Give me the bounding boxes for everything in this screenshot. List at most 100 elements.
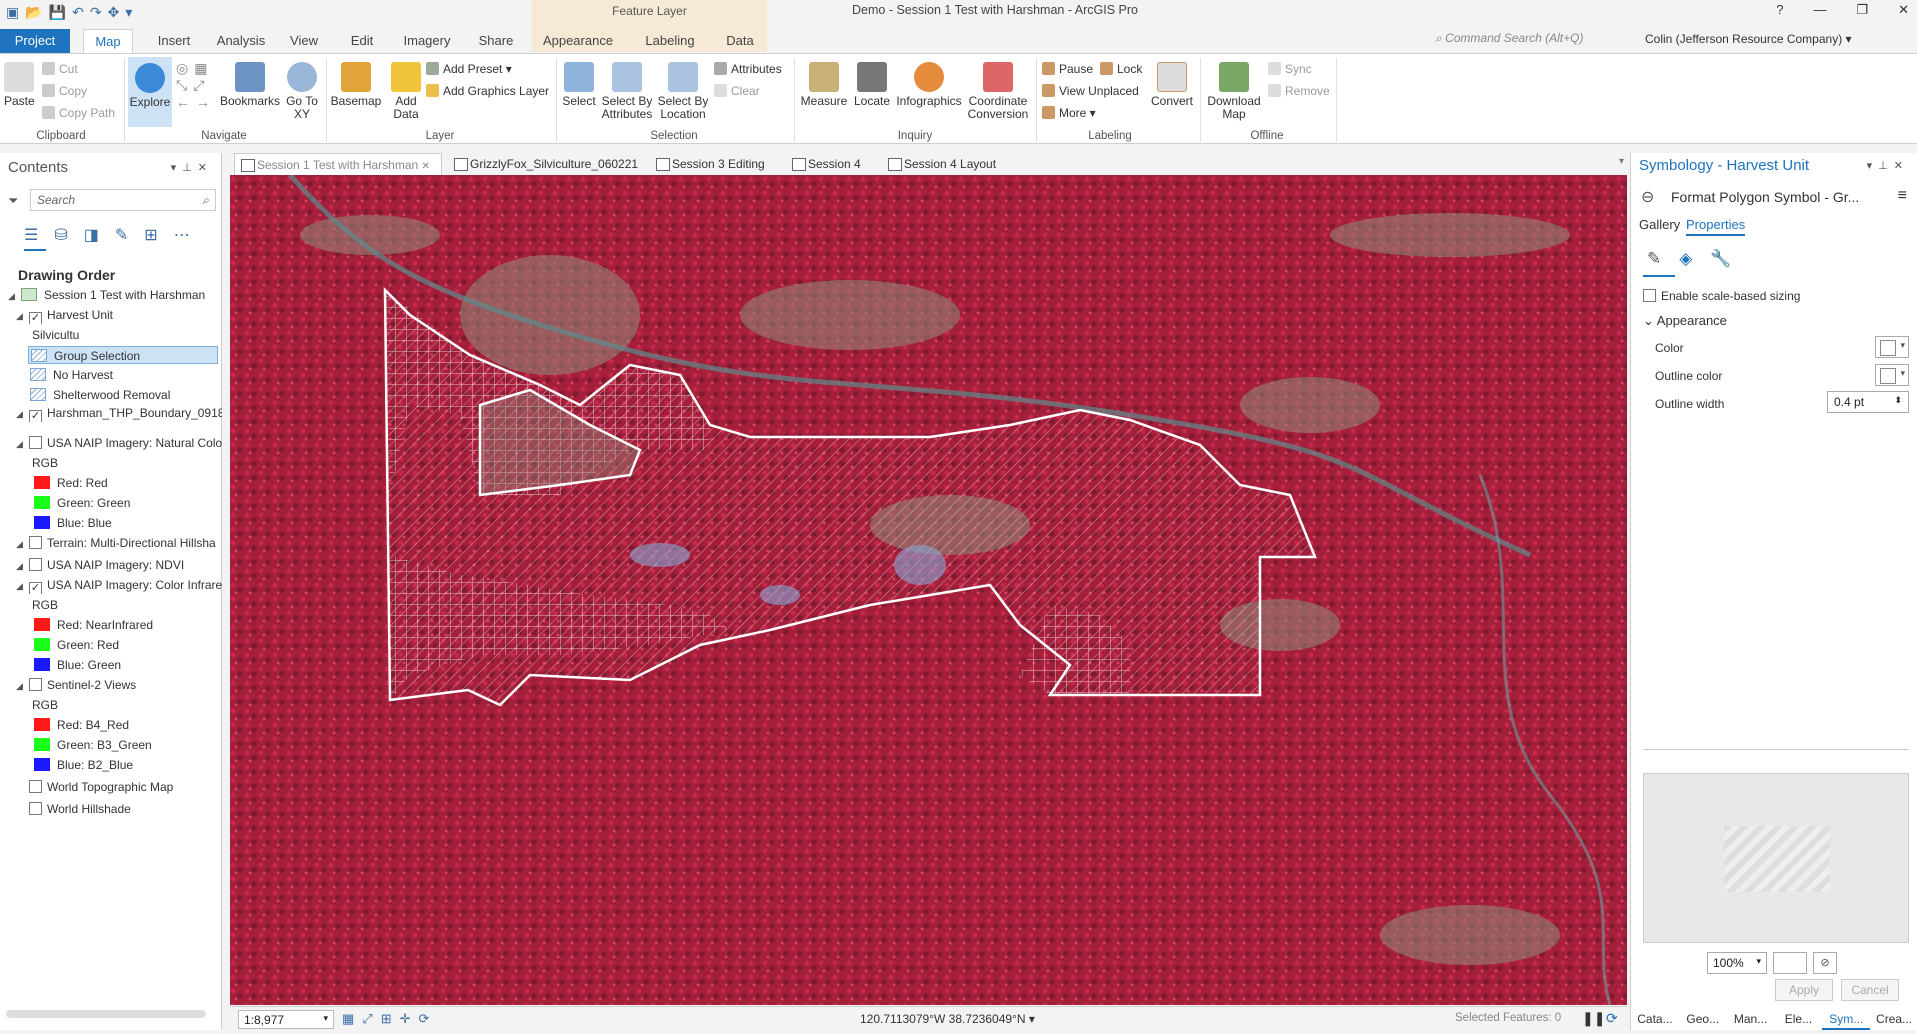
layer-visibility-checkbox[interactable] <box>29 678 42 691</box>
expand-icon[interactable]: ◢ <box>16 677 26 694</box>
layer-visibility-checkbox[interactable] <box>29 780 42 793</box>
more-button[interactable]: More ▾ <box>1042 106 1096 120</box>
coordinate-conversion-button[interactable]: Coordinate Conversion <box>966 62 1030 121</box>
layer-visibility-checkbox[interactable] <box>29 558 42 571</box>
clear-button[interactable]: Clear <box>714 84 760 98</box>
user-account[interactable]: Colin (Jefferson Resource Company) ▾ <box>1645 32 1852 46</box>
minimize-button[interactable]: — <box>1813 2 1826 18</box>
pane-controls[interactable]: ▾⊥✕ <box>1867 159 1909 172</box>
expand-icon[interactable] <box>16 801 26 818</box>
preview-zoom-select[interactable]: 100% ▾ <box>1707 952 1767 974</box>
select-by-attributes-button[interactable]: Select By Attributes <box>600 62 654 121</box>
pan-icon[interactable]: ✥ <box>108 4 120 21</box>
back-arrow-icon[interactable]: ⊖ <box>1641 187 1654 207</box>
infographics-button[interactable]: Infographics <box>894 62 964 108</box>
expand-icon[interactable]: ◢ <box>16 535 26 552</box>
paste-button[interactable]: Paste <box>4 62 35 108</box>
restore-button[interactable]: ❐ <box>1856 2 1868 18</box>
layer-visibility-checkbox[interactable]: ✓ <box>29 410 42 422</box>
copy-path-button[interactable]: Copy Path <box>42 106 115 120</box>
add-preset-button[interactable]: Add Preset ▾ <box>426 62 512 76</box>
tab-appearance[interactable]: Appearance <box>536 29 620 53</box>
rotate-icon[interactable]: ⟳ <box>419 1011 430 1027</box>
appearance-section[interactable]: ⌄ Appearance <box>1643 313 1727 329</box>
view-tab-session-1[interactable]: Session 1 Test with Harshman ✕ <box>234 153 442 175</box>
customize-icon[interactable]: ▾ <box>125 4 132 21</box>
layer-visibility-checkbox[interactable] <box>29 436 42 449</box>
tab-properties[interactable]: Properties <box>1686 217 1746 236</box>
close-tab-icon[interactable]: ✕ <box>422 161 430 172</box>
preview-pattern-icon[interactable]: ⊘ <box>1813 952 1837 974</box>
layer-item[interactable]: ◢ USA NAIP Imagery: NDVI <box>0 556 222 574</box>
tab-insert[interactable]: Insert <box>148 29 200 53</box>
refresh-icon[interactable]: ⟳ <box>1606 1010 1618 1027</box>
grid-icon[interactable]: ▦ <box>342 1011 354 1027</box>
tab-catalog[interactable]: Cata... <box>1631 1008 1679 1030</box>
expand-icon[interactable]: ◢ <box>16 307 26 324</box>
drawing-order-icon[interactable]: ☰ <box>24 225 38 245</box>
pause-button[interactable]: Pause <box>1042 62 1093 76</box>
select-by-location-button[interactable]: Select By Location <box>656 62 710 121</box>
filter-icon[interactable]: ⏷ <box>8 193 18 209</box>
remove-button[interactable]: Remove <box>1268 84 1330 98</box>
tab-edit[interactable]: Edit <box>340 29 384 53</box>
sync-button[interactable]: Sync <box>1268 62 1312 76</box>
tab-manage[interactable]: Man... <box>1727 1008 1775 1030</box>
download-map-button[interactable]: Download Map <box>1204 62 1264 121</box>
expand-icon[interactable]: ◢ <box>16 435 26 452</box>
editing-icon[interactable]: ✎ <box>115 225 128 245</box>
layer-item[interactable]: ◢ USA NAIP Imagery: Natural Color <box>0 434 222 452</box>
expand-icon[interactable]: ◢ <box>16 405 26 422</box>
lock-button[interactable]: Lock <box>1100 62 1142 76</box>
layer-item[interactable]: ◢ Sentinel-2 Views <box>0 676 222 694</box>
locate-button[interactable]: Locate <box>852 62 892 108</box>
save-icon[interactable]: 💾 <box>49 4 66 21</box>
layer-item[interactable]: ◢ ✓ Harshman_THP_Boundary_09182 <box>0 404 222 422</box>
scale-sizing-option[interactable]: Enable scale-based sizing <box>1643 289 1800 303</box>
spinner-icon[interactable]: ⬍ <box>1894 395 1902 406</box>
close-button[interactable]: ✕ <box>1898 2 1909 18</box>
scale-sizing-checkbox[interactable] <box>1643 289 1656 302</box>
legend-class-item[interactable]: No Harvest <box>0 366 222 384</box>
tab-create[interactable]: Crea... <box>1870 1008 1917 1030</box>
horizontal-scrollbar[interactable] <box>6 1010 206 1018</box>
view-unplaced-button[interactable]: View Unplaced <box>1042 84 1139 98</box>
add-data-button[interactable]: Add Data <box>388 62 424 121</box>
layer-item[interactable]: World Hillshade <box>0 800 222 818</box>
menu-icon[interactable]: ≡ <box>1898 187 1907 205</box>
splitter[interactable] <box>1643 749 1909 750</box>
redo-icon[interactable]: ↷ <box>90 4 102 21</box>
layer-item[interactable]: ◢ ✓ Harvest Unit <box>0 306 222 324</box>
view-tab-session-4-layout[interactable]: Session 4 Layout <box>882 153 1012 175</box>
help-button[interactable]: ? <box>1776 2 1783 18</box>
explore-button[interactable]: Explore <box>128 57 172 127</box>
go-to-xy-button[interactable]: Go To XY <box>284 62 320 121</box>
view-tab-grizzlyfox[interactable]: GrizzlyFox_Silviculture_060221 <box>448 153 648 175</box>
scale-selector[interactable]: 1:8,977 ▾ <box>238 1010 334 1029</box>
select-button[interactable]: Select <box>560 62 598 108</box>
layer-visibility-checkbox[interactable] <box>29 802 42 815</box>
apply-button[interactable]: Apply <box>1775 979 1833 1001</box>
convert-button[interactable]: Convert <box>1150 62 1194 108</box>
tab-geoprocessing[interactable]: Geo... <box>1679 1008 1727 1030</box>
view-tab-session-3[interactable]: Session 3 Editing <box>650 153 782 175</box>
more-options-icon[interactable]: ⋯ <box>174 225 190 245</box>
tab-labeling[interactable]: Labeling <box>636 29 704 53</box>
expand-icon[interactable] <box>16 779 26 796</box>
cut-button[interactable]: Cut <box>42 62 78 76</box>
tabs-overflow-icon[interactable]: ▾ <box>1619 156 1624 167</box>
legend-class-item[interactable]: Shelterwood Removal <box>0 386 222 404</box>
table-icon[interactable]: ⊞ <box>381 1011 392 1027</box>
data-source-icon[interactable]: ⛁ <box>54 225 67 245</box>
open-icon[interactable]: 📂 <box>25 4 42 21</box>
layers-icon[interactable]: ◈ <box>1679 249 1692 269</box>
expand-icon[interactable]: ◢ <box>16 577 26 594</box>
brush-icon[interactable]: ✎ <box>1647 249 1661 269</box>
expand-icon[interactable]: ◢ <box>16 557 26 574</box>
undo-icon[interactable]: ↶ <box>72 4 84 21</box>
copy-button[interactable]: Copy <box>42 84 87 98</box>
fit-icon[interactable]: ⤢ <box>362 1011 372 1027</box>
expand-icon[interactable]: ◢ <box>8 287 18 304</box>
measure-button[interactable]: Measure <box>798 62 850 108</box>
preview-background-button[interactable] <box>1773 952 1807 974</box>
